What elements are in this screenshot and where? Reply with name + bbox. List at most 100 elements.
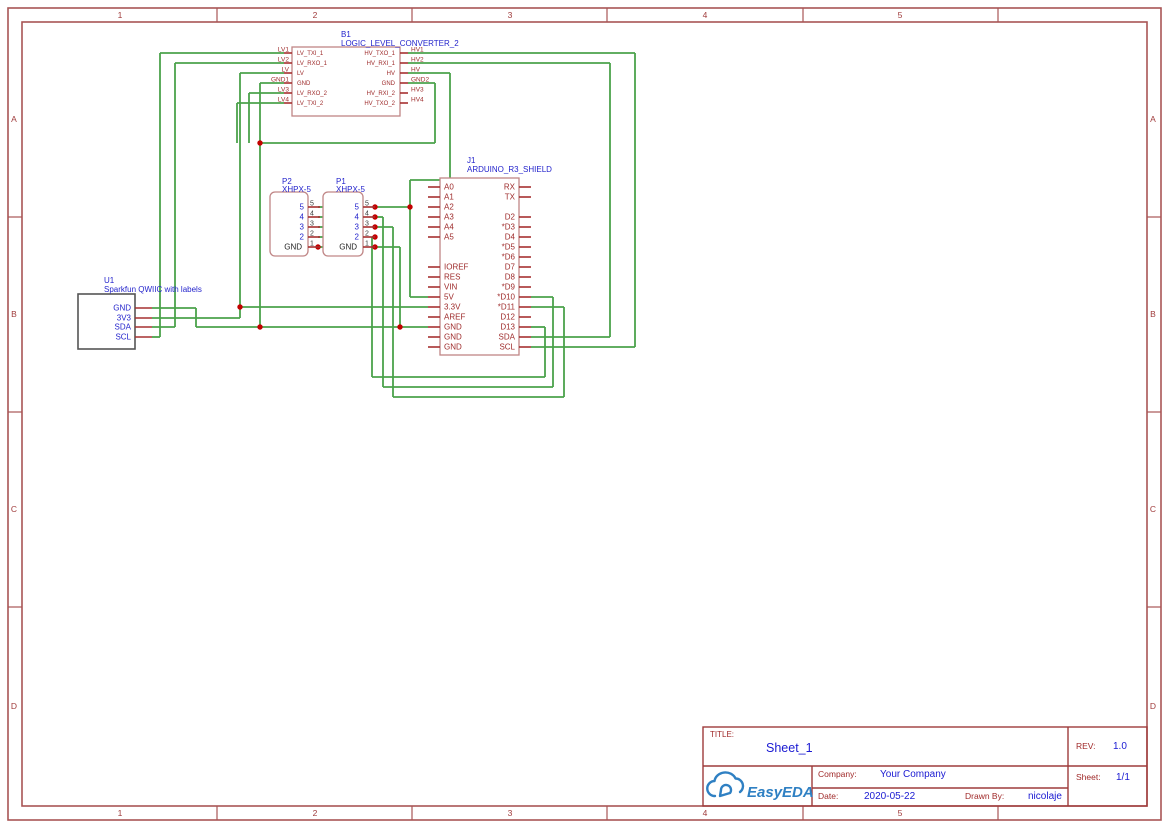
frame-col-label: 5 [898,10,903,20]
pin-name: *D10 [497,293,515,302]
frame-row-label: A [11,114,17,124]
pin-name: D8 [505,273,516,282]
easyeda-logo-text: EasyEDA [747,784,814,801]
frame-row-label: B [1150,309,1156,319]
title-block: TITLE: Sheet_1 REV: 1.0 Company: Your Co… [702,726,1148,807]
pin-name: A0 [444,183,454,192]
pin-name: TX [505,193,516,202]
pin-number: 3 [365,221,369,228]
junction-dot [407,204,413,210]
frame-col-label: 4 [703,808,708,818]
component-u1-qwiic[interactable]: U1 Sparkfun QWIIC with labels [77,276,202,350]
pin-name: LV_TXI_2 [297,101,324,107]
pin-number: 3 [310,221,314,228]
pin-name: *D5 [502,243,516,252]
pin-name: HV_RXI_1 [367,61,396,67]
frame-col-label: 3 [508,808,513,818]
pin-name: A4 [444,223,454,232]
date-label: Date: [818,791,838,801]
u1-name: Sparkfun QWIIC with labels [104,285,202,294]
rev-value[interactable]: 1.0 [1113,741,1127,752]
j1-name: ARDUINO_R3_SHIELD [467,165,552,174]
pin-name: AREF [444,313,465,322]
frame-col-label: 2 [313,10,318,20]
pin-number: 2 [365,231,369,238]
pin-name: *D3 [502,223,516,232]
pin-name: *D9 [502,283,516,292]
pin-number: 4 [310,211,314,218]
net-label: HV4 [411,97,424,104]
frame-col-label: 3 [508,10,513,20]
pin-number: 5 [365,201,369,208]
pin-name: HV_TXO_1 [364,51,395,57]
pin-name: HV_TXO_2 [364,101,395,107]
pin-number: 5 [310,201,314,208]
frame-row-label: D [1150,701,1156,711]
pin-name: *D11 [498,303,516,312]
net-label: HV3 [411,87,424,94]
pin-name: SDA [115,323,132,332]
pin-name: A3 [444,213,454,222]
pin-name: D4 [505,233,516,242]
net-label: 3 [355,223,360,232]
pin-name: SDA [499,333,516,342]
pin-name: A5 [444,233,454,242]
pin-name: GND [444,333,462,342]
net-label: GND1 [271,77,289,84]
pin-name: *D6 [502,253,516,262]
p1-name: XHPX-5 [336,185,365,194]
frame-row-label: C [1150,504,1156,514]
pin-name: RX [504,183,516,192]
pin-name: GND [444,323,462,332]
date-value[interactable]: 2020-05-22 [864,791,916,802]
pin-number: 4 [365,211,369,218]
net-label: LV [282,67,290,74]
pin-name: D2 [505,213,516,222]
net-label: HV [411,67,421,74]
net-label: LV4 [278,97,289,104]
frame-row-label: A [1150,114,1156,124]
net-label: LV1 [278,47,289,54]
net-label: 2 [355,233,360,242]
pin-name: LV [297,71,304,77]
net-label: 5 [300,203,305,212]
pin-name: LV_RXO_1 [297,61,328,67]
frame-col-label: 5 [898,808,903,818]
junction-dot [257,324,263,330]
net-label: 3 [300,223,305,232]
sheet-title[interactable]: Sheet_1 [766,741,813,755]
b1-name: LOGIC_LEVEL_CONVERTER_2 [341,39,459,48]
pin-name: GND [444,343,462,352]
net-label-gnd: GND [284,243,302,252]
easyeda-logo-icon [706,771,745,798]
frame-col-label: 1 [118,10,123,20]
pin-name: RES [444,273,460,282]
drawn-by-label: Drawn By: [965,791,1004,801]
pin-name: A2 [444,203,454,212]
pin-name: HV_RXI_2 [367,91,396,97]
pin-name: D7 [505,263,516,272]
pin-name: IOREF [444,263,469,272]
pin-number: 1 [310,241,314,248]
schematic-canvas[interactable]: 1122334455A AB BC CD D B1 LOGIC_LEVEL_CONVER… [0,0,1169,828]
net-label: 2 [300,233,305,242]
pin-name: HV [387,71,395,77]
pin-name: GND [297,81,311,87]
pin-name: 5V [444,293,454,302]
pin-number: 1 [365,241,369,248]
sheet-value[interactable]: 1/1 [1116,772,1130,783]
net-label: 4 [355,213,360,222]
net-label: LV3 [278,87,289,94]
pin-name: SCL [499,343,515,352]
pin-name: A1 [444,193,454,202]
pin-name: D13 [500,323,515,332]
title-label: TITLE: [710,730,734,739]
junction-dot [237,304,243,310]
p2-name: XHPX-5 [282,185,311,194]
drawn-by-value[interactable]: nicolaje [1028,791,1062,802]
company-value[interactable]: Your Company [880,769,946,780]
schematic-sheet[interactable]: 1122334455AABBCCDD B1 LOGIC_LEVEL_CONVER… [0,0,1169,828]
net-label: GND2 [411,77,429,84]
pin-name: GND [113,304,131,313]
frame-col-label: 2 [313,808,318,818]
